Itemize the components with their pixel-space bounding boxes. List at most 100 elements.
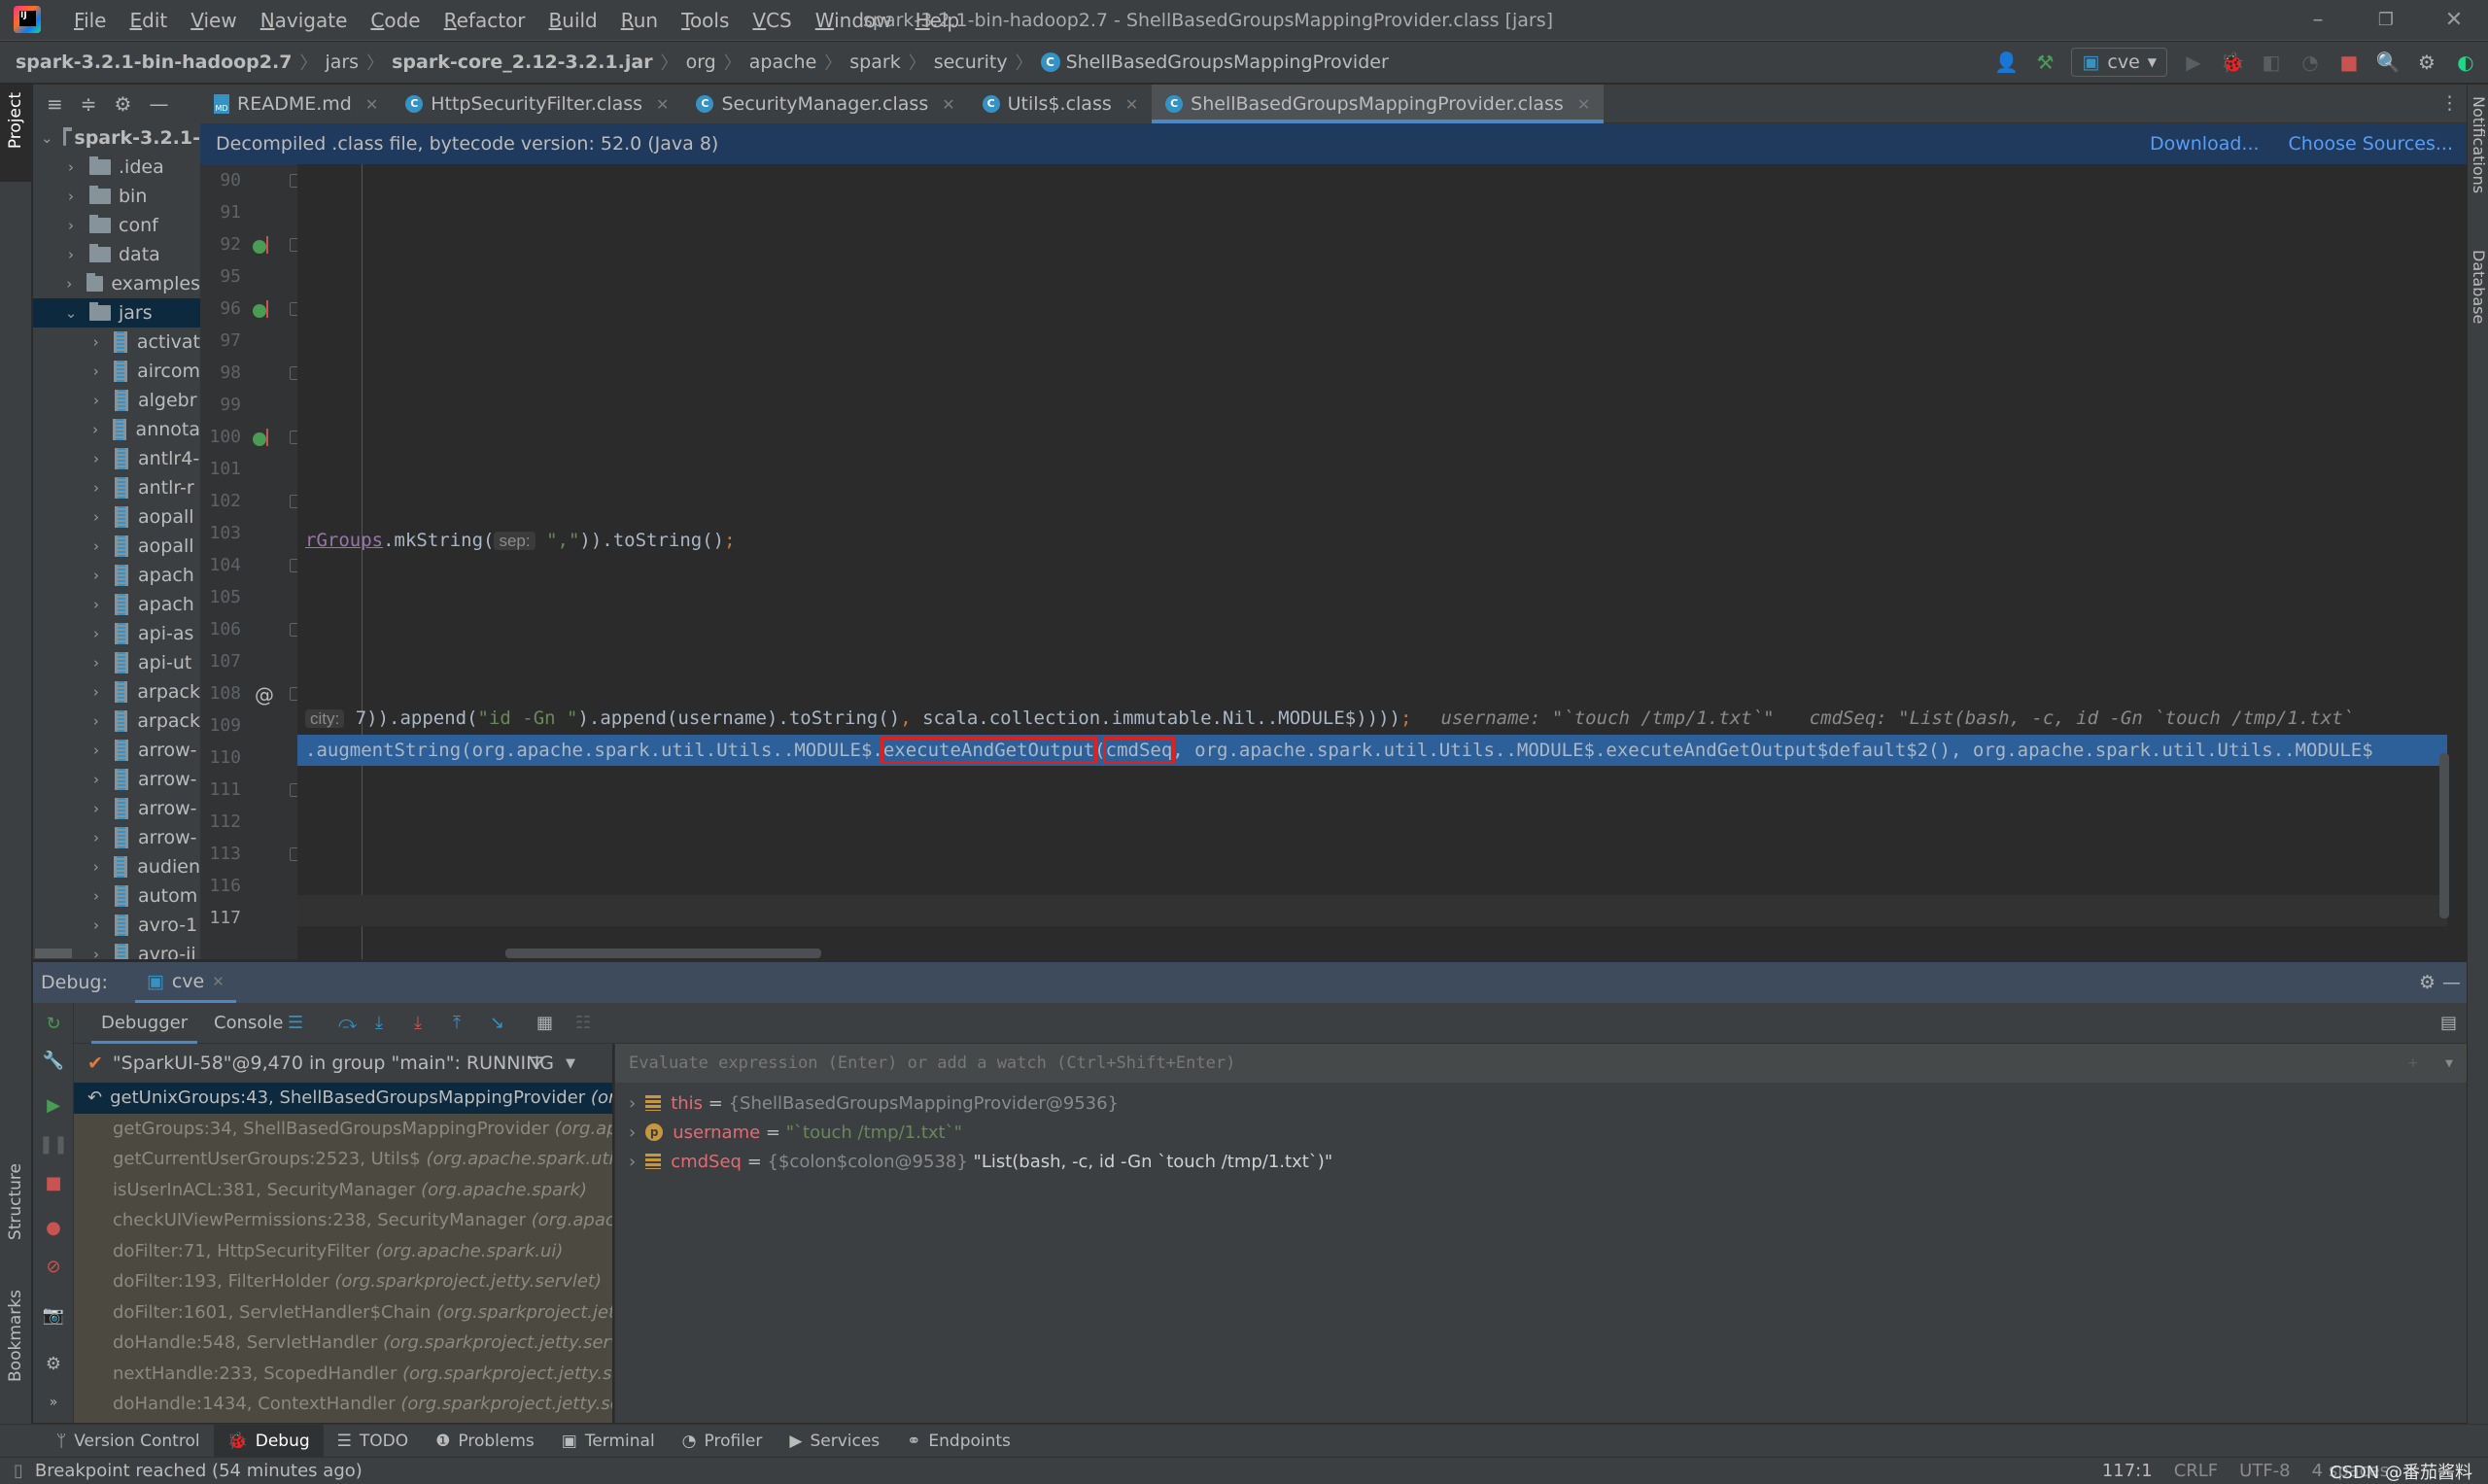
search-icon[interactable]: 🔍 <box>2375 50 2401 75</box>
mute-breakpoints-icon[interactable]: ⊘ <box>43 1256 64 1277</box>
stop-icon[interactable]: ■ <box>2336 50 2362 75</box>
line-number[interactable]: 109 <box>200 715 241 736</box>
gear-icon[interactable]: ⚙ <box>2419 972 2436 993</box>
run-icon[interactable]: ▶ <box>2181 50 2206 75</box>
stack-frame[interactable]: doHandle:548, ServletHandler (org.sparkp… <box>74 1328 612 1359</box>
jetbrains-toolbox-icon[interactable]: ◐ <box>2453 50 2478 75</box>
variable-row-this[interactable]: › this = {ShellBasedGroupsMappingProvide… <box>615 1088 2467 1118</box>
project-tool-button[interactable]: Project <box>0 85 32 182</box>
line-number[interactable]: 105 <box>200 587 241 607</box>
line-number[interactable]: 102 <box>200 491 241 511</box>
tree-item-jar[interactable]: › antlr-r <box>33 473 200 502</box>
tree-item-jar[interactable]: › antlr4- <box>33 444 200 473</box>
force-step-into-icon[interactable]: ⤓ <box>414 1003 422 1044</box>
breadcrumb-jar[interactable]: spark-core_2.12-3.2.1.jar <box>392 52 652 73</box>
chevron-down-icon[interactable]: ▼ <box>566 1056 575 1071</box>
hide-icon[interactable]: — <box>149 92 168 116</box>
debug-bug-icon[interactable]: 🐞 <box>2220 50 2245 75</box>
line-number[interactable]: 117 <box>200 908 241 928</box>
tree-item-jar[interactable]: › arrow- <box>33 823 200 852</box>
menu-vcs[interactable]: VCS <box>741 0 803 41</box>
gear-icon[interactable]: ⚙ <box>43 1353 64 1374</box>
tab-console[interactable]: Console <box>204 1003 293 1044</box>
editor-horizontal-scrollbar[interactable] <box>505 949 821 958</box>
menu-navigate[interactable]: Navigate <box>249 0 360 41</box>
tree-item-jar[interactable]: › aircom <box>33 357 200 386</box>
close-tab-icon[interactable]: ✕ <box>942 95 954 114</box>
close-tab-icon[interactable]: ✕ <box>1577 95 1590 114</box>
tree-item-jar[interactable]: › arrow- <box>33 736 200 765</box>
step-over-icon[interactable]: ⤼ <box>338 1003 357 1044</box>
menu-run[interactable]: Run <box>609 0 670 41</box>
caret-position[interactable]: 117:1 <box>2102 1461 2153 1481</box>
close-window-button[interactable]: ✕ <box>2425 0 2483 41</box>
layout-settings-icon[interactable]: ▤ <box>2440 1003 2457 1044</box>
line-number[interactable]: 91 <box>200 202 241 223</box>
menu-code[interactable]: Code <box>359 0 432 41</box>
step-out-icon[interactable]: ⤒ <box>453 1003 461 1044</box>
implements-method-icon[interactable] <box>253 429 268 446</box>
line-separator[interactable]: CRLF <box>2174 1461 2218 1481</box>
stop-icon[interactable]: ■ <box>43 1172 64 1193</box>
build-hammer-icon[interactable]: ⚒ <box>2032 50 2057 75</box>
tree-item-jar[interactable]: › annota <box>33 415 200 444</box>
code-editor[interactable]: rGroups.mkString(sep: ",")).toString(); … <box>297 164 2447 959</box>
project-horizontal-scrollbar[interactable] <box>35 949 72 958</box>
stack-frame[interactable]: getGroups:34, ShellBasedGroupsMappingPro… <box>74 1114 612 1145</box>
tree-item-jar[interactable]: › apach <box>33 590 200 619</box>
toolwindow-terminal[interactable]: ▣ Terminal <box>548 1425 669 1458</box>
menu-tools[interactable]: Tools <box>670 0 741 41</box>
wrench-icon[interactable]: 🔧 <box>43 1050 64 1071</box>
view-breakpoints-icon[interactable]: ● <box>43 1217 64 1238</box>
tab-utils[interactable]: C Utils$.class ✕ <box>968 85 1153 123</box>
toolwindow-endpoints[interactable]: ⚭ Endpoints <box>893 1425 1024 1458</box>
structure-tool-label[interactable]: Structure <box>6 1163 25 1240</box>
tree-item-jar[interactable]: › arrow- <box>33 765 200 794</box>
filter-icon[interactable]: ⛛ <box>529 1053 544 1074</box>
tree-item-jar[interactable]: › api-ut <box>33 648 200 677</box>
tab-shellbasedgroupsmappingprovider[interactable]: C ShellBasedGroupsMappingProvider.class ✕ <box>1152 85 1605 123</box>
breadcrumb-spark[interactable]: spark <box>849 52 900 73</box>
line-number[interactable]: 116 <box>200 876 241 896</box>
download-link[interactable]: Download... <box>2150 133 2260 155</box>
run-configuration-select[interactable]: ▣ cve ▼ <box>2071 48 2167 77</box>
tree-item-jar[interactable]: › arrow- <box>33 794 200 823</box>
menu-build[interactable]: Build <box>537 0 609 41</box>
breadcrumb-project[interactable]: spark-3.2.1-bin-hadoop2.7 <box>16 52 292 73</box>
breadcrumb-org[interactable]: org <box>686 52 716 73</box>
hide-icon[interactable]: — <box>2442 972 2461 993</box>
menu-file[interactable]: File <box>62 0 118 41</box>
line-number[interactable]: 111 <box>200 779 241 800</box>
breadcrumb-apache[interactable]: apache <box>749 52 817 73</box>
breadcrumb-class[interactable]: ShellBasedGroupsMappingProvider <box>1066 52 1389 73</box>
line-number[interactable]: 96 <box>200 298 241 319</box>
more-tabs-icon[interactable]: ⋮ <box>2440 92 2459 114</box>
implements-method-icon[interactable] <box>253 300 268 318</box>
close-tab-icon[interactable]: ✕ <box>1125 95 1138 114</box>
status-message[interactable]: Breakpoint reached (54 minutes ago) <box>35 1461 363 1481</box>
evaluate-expression-icon[interactable]: ▦ <box>536 1003 553 1044</box>
line-number[interactable]: 98 <box>200 362 241 383</box>
tree-item-folder[interactable]: › examples <box>33 269 200 298</box>
stack-frame[interactable]: doHandle:1434, ContextHandler (org.spark… <box>74 1389 612 1420</box>
tab-securitymanager[interactable]: C SecurityManager.class ✕ <box>682 85 969 123</box>
line-number[interactable]: 92 <box>200 234 241 255</box>
stack-frame[interactable]: doFilter:71, HttpSecurityFilter (org.apa… <box>74 1236 612 1267</box>
pause-icon[interactable]: ❚❚ <box>39 1133 68 1155</box>
tab-readme[interactable]: MD README.md ✕ <box>200 85 393 123</box>
toolwindow-debug[interactable]: 🐞 Debug <box>213 1424 324 1458</box>
chevron-right-icon[interactable]: › <box>629 1093 636 1114</box>
camera-icon[interactable]: 📷 <box>43 1304 64 1326</box>
toolwindow-problems[interactable]: ❶ Problems <box>422 1425 548 1458</box>
tree-item-folder[interactable]: › .idea <box>33 153 200 182</box>
tree-item-jar[interactable]: › audien <box>33 852 200 881</box>
variable-row-username[interactable]: › p username = "`touch /tmp/1.txt`" <box>615 1118 2467 1147</box>
stack-frame[interactable]: checkUIViewPermissions:238, SecurityMana… <box>74 1205 612 1236</box>
chevron-right-icon[interactable]: › <box>629 1122 636 1143</box>
trace-stream-icon[interactable]: ☷ <box>575 1003 591 1044</box>
step-into-icon[interactable]: ⤓ <box>375 1003 383 1044</box>
stack-frame[interactable]: doFilter:1601, ServletHandler$Chain (org… <box>74 1297 612 1329</box>
variable-row-cmdseq[interactable]: › cmdSeq = {$colon$colon@9538} "List(bas… <box>615 1147 2467 1176</box>
line-number[interactable]: 100 <box>200 427 241 447</box>
bookmarks-tool-label[interactable]: Bookmarks <box>6 1290 25 1382</box>
